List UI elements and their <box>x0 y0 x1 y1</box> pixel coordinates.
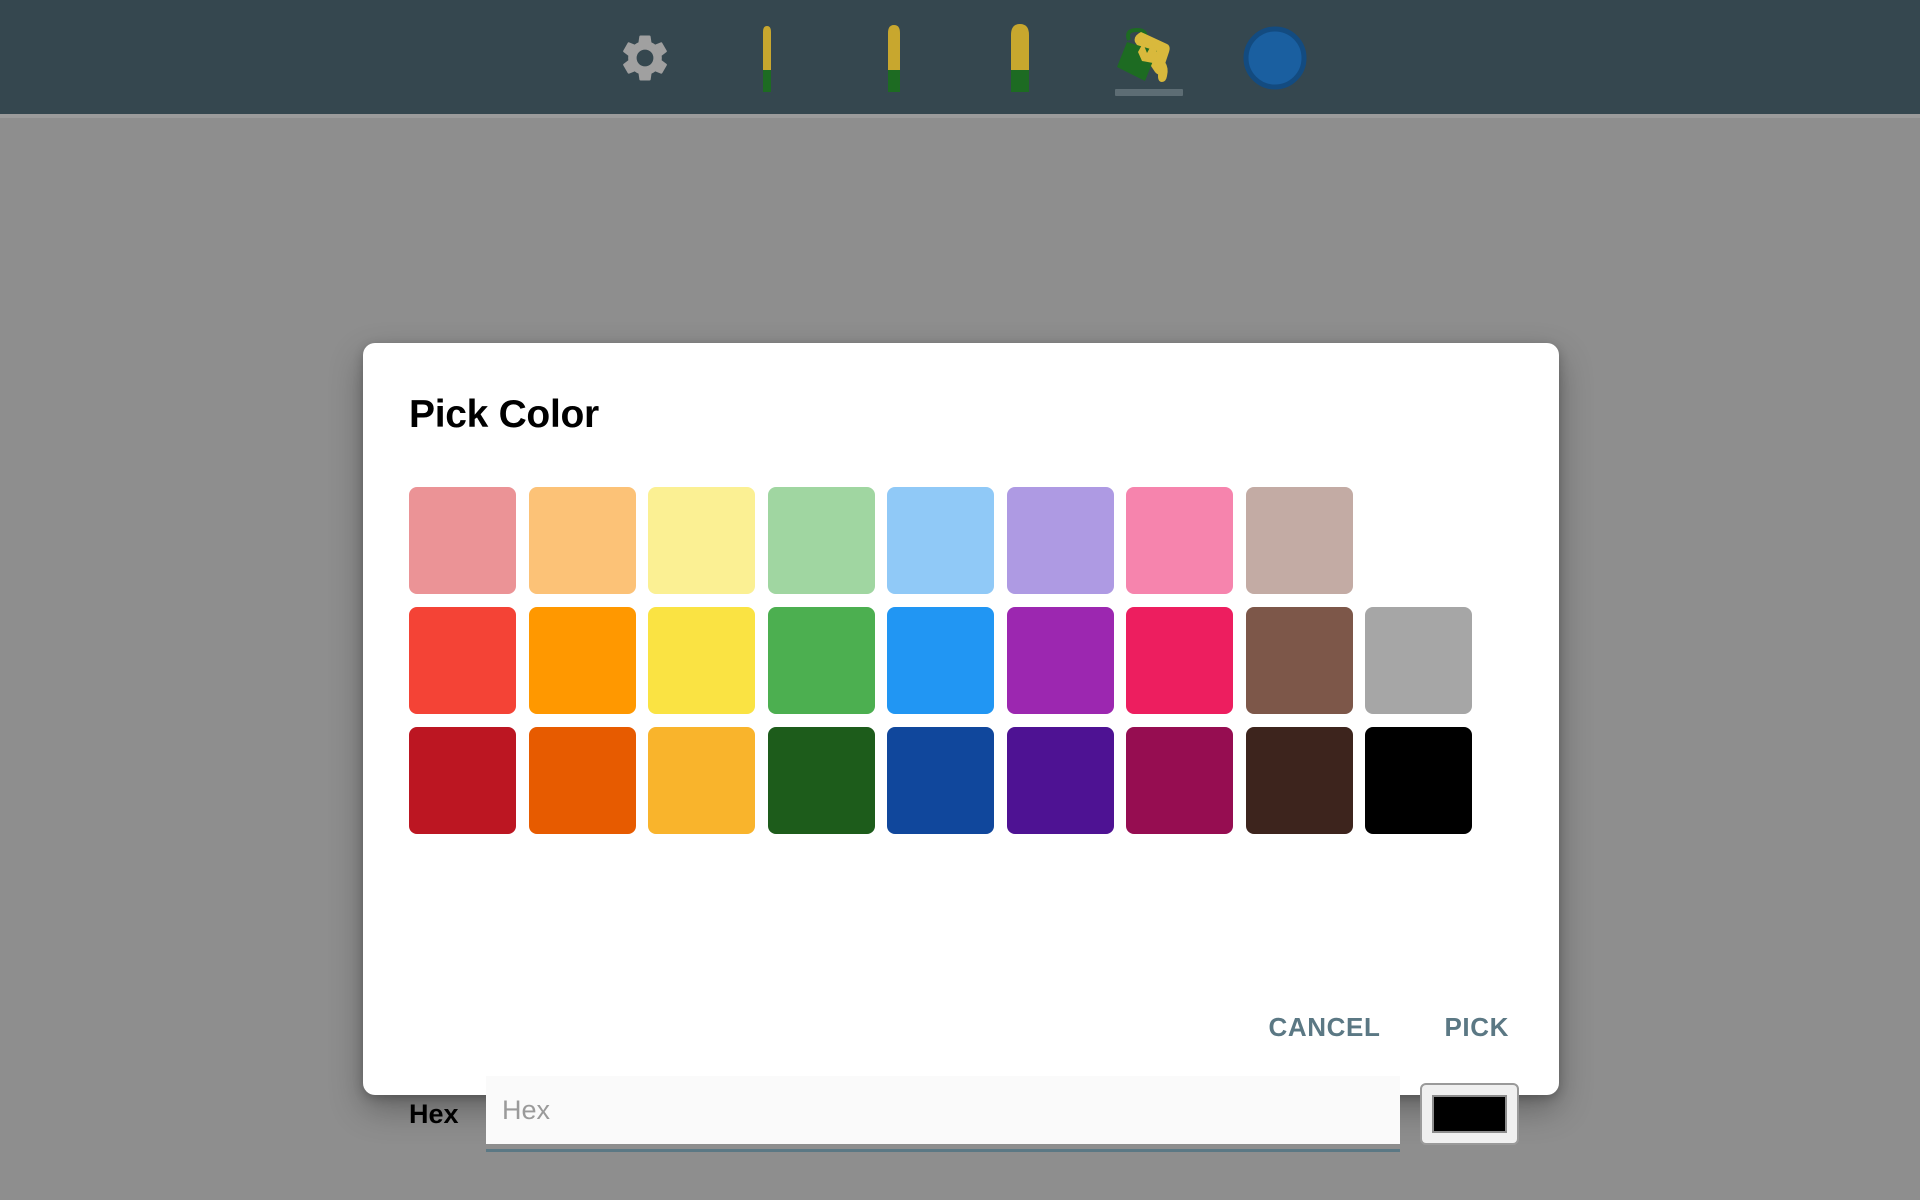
color-swatch-bright-2[interactable] <box>648 607 755 714</box>
color-swatch-dark-3[interactable] <box>767 727 875 834</box>
tool-paint-bucket[interactable] <box>1107 8 1191 108</box>
color-swatch-pastel-1[interactable] <box>528 487 636 594</box>
color-swatch-bright-7[interactable] <box>1245 607 1353 714</box>
color-swatch-dark-2[interactable] <box>648 727 755 834</box>
color-swatch-pastel-5[interactable] <box>1006 487 1114 594</box>
color-swatch-pastel-2[interactable] <box>648 487 755 594</box>
color-swatch-pastel-7[interactable] <box>1245 487 1353 594</box>
color-preview-swatch <box>1432 1095 1507 1133</box>
tool-pen-medium[interactable] <box>855 8 939 108</box>
color-swatch-dark-5[interactable] <box>1006 727 1114 834</box>
palette-row-dark <box>409 727 1519 834</box>
pen-thick-icon <box>1011 24 1029 92</box>
color-swatch-dark-7[interactable] <box>1245 727 1353 834</box>
hex-label: Hex <box>409 1098 459 1129</box>
pick-button[interactable]: PICK <box>1440 1006 1513 1049</box>
pick-color-dialog: Pick Color Hex CANCEL PICK <box>363 343 1559 1152</box>
hex-input-row: Hex <box>409 1068 1519 1160</box>
cancel-button[interactable]: CANCEL <box>1265 1006 1385 1049</box>
color-swatch-bright-5[interactable] <box>1006 607 1114 714</box>
color-swatch-dark-6[interactable] <box>1126 727 1233 834</box>
dialog-actions: CANCEL PICK <box>1265 1006 1513 1049</box>
tool-color-swatch[interactable] <box>1233 8 1317 108</box>
color-swatch-bright-4[interactable] <box>887 607 994 714</box>
color-swatch-bright-3[interactable] <box>767 607 875 714</box>
color-swatch-bright-1[interactable] <box>528 607 636 714</box>
dialog-title: Pick Color <box>409 393 599 436</box>
color-swatch-pastel-3[interactable] <box>767 487 875 594</box>
color-swatch-pastel-0[interactable] <box>409 487 516 594</box>
color-swatch-dark-4[interactable] <box>887 727 994 834</box>
hex-input[interactable] <box>486 1076 1400 1144</box>
tool-selected-indicator <box>1115 89 1183 96</box>
hex-input-underline <box>486 1149 1400 1152</box>
color-swatch-pastel-4[interactable] <box>887 487 994 594</box>
color-swatch-dark-1[interactable] <box>528 727 636 834</box>
palette-row-pastel <box>409 487 1519 594</box>
color-swatch-dark-0[interactable] <box>409 727 516 834</box>
color-swatch-bright-6[interactable] <box>1126 607 1233 714</box>
color-swatch-pastel-6[interactable] <box>1126 487 1233 594</box>
color-swatch-bright-0[interactable] <box>409 607 516 714</box>
palette-row-bright <box>409 607 1519 714</box>
color-swatch-dark-8[interactable] <box>1365 727 1472 834</box>
color-preview-frame[interactable] <box>1420 1083 1519 1145</box>
tool-pen-thin[interactable] <box>729 8 813 108</box>
tool-pen-thick[interactable] <box>981 8 1065 108</box>
hex-field-wrapper <box>486 1076 1400 1152</box>
pen-thin-icon <box>763 26 771 92</box>
color-circle-icon <box>1243 26 1307 90</box>
tool-settings[interactable] <box>603 8 687 108</box>
pen-medium-icon <box>888 25 900 92</box>
top-toolbar <box>0 0 1920 114</box>
gear-icon <box>623 35 667 81</box>
color-swatch-bright-8[interactable] <box>1365 607 1472 714</box>
canvas-backdrop: Pick Color Hex CANCEL PICK <box>0 118 1920 1200</box>
color-palette <box>409 487 1519 847</box>
paint-bucket-icon <box>1117 27 1170 82</box>
